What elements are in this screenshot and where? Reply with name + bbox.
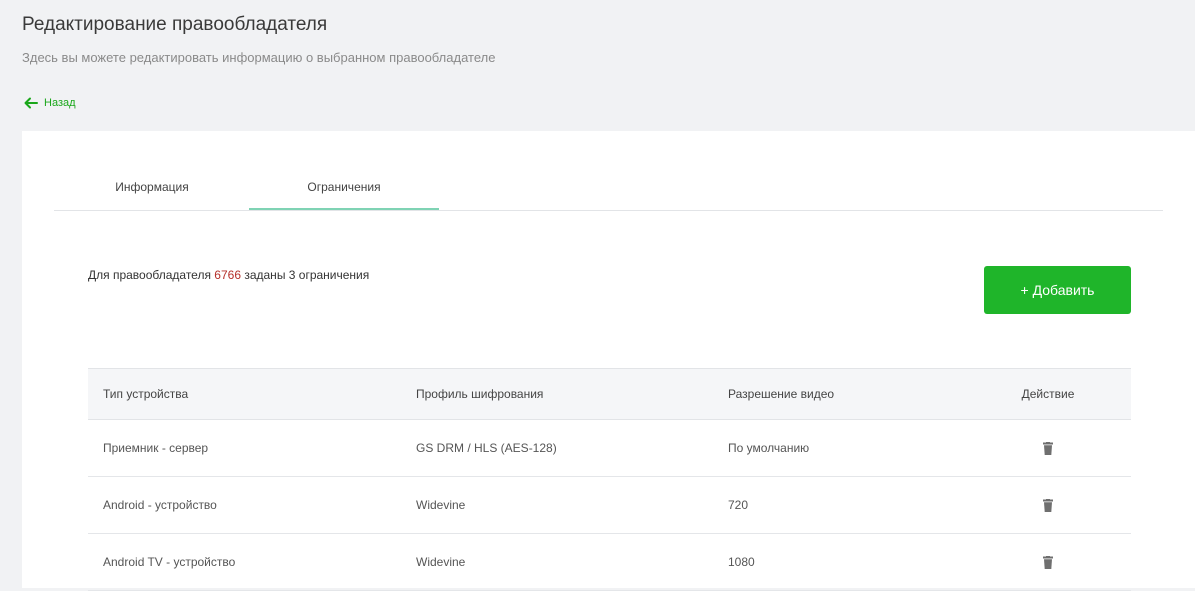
table-row: Android TV - устройство Widevine 1080 bbox=[88, 534, 1131, 591]
tab-information[interactable]: Информация bbox=[57, 169, 247, 209]
cell-action bbox=[1008, 477, 1088, 533]
add-button[interactable]: + Добавить bbox=[984, 266, 1131, 314]
column-header-action: Действие bbox=[1021, 387, 1075, 401]
trash-icon[interactable] bbox=[1043, 555, 1053, 569]
restrictions-summary: Для правообладателя 6766 заданы 3 ограни… bbox=[88, 268, 369, 282]
table-row: Приемник - сервер GS DRM / HLS (AES-128)… bbox=[88, 420, 1131, 477]
table-row: Android - устройство Widevine 720 bbox=[88, 477, 1131, 534]
cell-video-resolution: По умолчанию bbox=[728, 441, 810, 455]
column-header-video-resolution: Разрешение видео bbox=[728, 387, 835, 401]
rightsholder-id: 6766 bbox=[214, 268, 241, 282]
cell-encryption-profile: Widevine bbox=[416, 555, 466, 569]
content-card: Информация Ограничения Для правообладате… bbox=[22, 131, 1195, 591]
cell-device-type: Android TV - устройство bbox=[103, 555, 236, 569]
cell-action bbox=[1008, 420, 1088, 476]
back-link-label: Назад bbox=[44, 97, 76, 109]
arrow-left-icon bbox=[24, 97, 38, 109]
cell-video-resolution: 720 bbox=[728, 498, 749, 512]
cell-device-type: Приемник - сервер bbox=[103, 441, 209, 455]
cell-device-type: Android - устройство bbox=[103, 498, 217, 512]
restrictions-table: Тип устройства Профиль шифрования Разреш… bbox=[88, 368, 1131, 591]
summary-suffix: заданы 3 ограничения bbox=[241, 268, 370, 282]
column-header-encryption-profile: Профиль шифрования bbox=[416, 387, 544, 401]
cell-encryption-profile: Widevine bbox=[416, 498, 466, 512]
cell-video-resolution: 1080 bbox=[728, 555, 755, 569]
back-link[interactable]: Назад bbox=[24, 97, 76, 109]
trash-icon[interactable] bbox=[1043, 498, 1053, 512]
table-header: Тип устройства Профиль шифрования Разреш… bbox=[88, 368, 1131, 420]
summary-prefix: Для правообладателя bbox=[88, 268, 215, 282]
cell-encryption-profile: GS DRM / HLS (AES-128) bbox=[416, 441, 557, 455]
page-title: Редактирование правообладателя bbox=[22, 14, 328, 35]
cell-action bbox=[1008, 534, 1088, 590]
page-subtitle: Здесь вы можете редактировать информацию… bbox=[22, 50, 496, 65]
column-header-device-type: Тип устройства bbox=[103, 387, 189, 401]
tab-bar: Информация Ограничения bbox=[54, 169, 1163, 211]
tab-restrictions[interactable]: Ограничения bbox=[249, 169, 439, 210]
trash-icon[interactable] bbox=[1043, 441, 1053, 455]
